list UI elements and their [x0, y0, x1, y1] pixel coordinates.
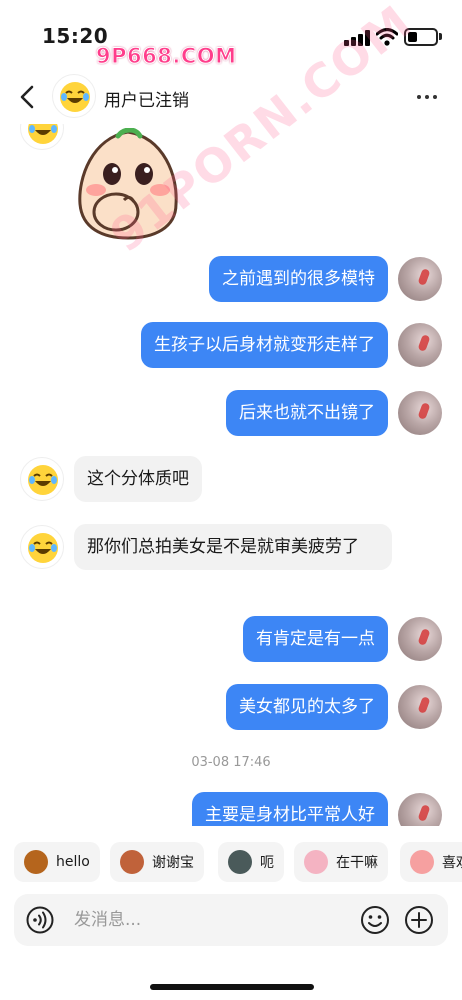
more-options-button[interactable]: [412, 82, 442, 112]
user-avatar[interactable]: [398, 391, 442, 435]
wifi-icon: [376, 28, 398, 46]
quick-reply-label: 谢谢宝: [152, 855, 194, 871]
contact-avatar-small[interactable]: [20, 525, 64, 569]
mask-icon: [304, 850, 328, 874]
user-avatar[interactable]: [398, 793, 442, 826]
cat-icon: [228, 850, 252, 874]
chat-header: 用户已注销: [0, 70, 462, 124]
quick-reply-bar[interactable]: hello 谢谢宝 呃 在干嘛 喜欢: [0, 842, 462, 882]
message-bubble-outgoing[interactable]: 之前遇到的很多模特: [209, 256, 388, 302]
quick-reply-label: 在干嘛: [336, 855, 378, 871]
message-bubble-outgoing[interactable]: 生孩子以后身材就变形走样了: [141, 322, 388, 368]
composer: [14, 894, 448, 946]
message-bubble-outgoing[interactable]: 美女都见的太多了: [226, 684, 388, 730]
contact-avatar[interactable]: [52, 74, 96, 118]
laughing-emoji-icon: [60, 82, 90, 112]
contact-avatar-small[interactable]: [20, 124, 64, 150]
quick-reply-label: hello: [56, 854, 90, 870]
watermark-top: 9P668.COM: [95, 44, 237, 69]
cellular-signal-icon: [344, 30, 370, 46]
user-avatar[interactable]: [398, 257, 442, 301]
contact-avatar-small[interactable]: [20, 457, 64, 501]
message-timestamp: 03-08 17:46: [191, 755, 271, 770]
message-bubble-outgoing[interactable]: 有肯定是有一点: [243, 616, 388, 662]
message-bubble-outgoing[interactable]: 后来也就不出镜了: [226, 390, 388, 436]
user-avatar[interactable]: [398, 685, 442, 729]
message-bubble-incoming[interactable]: 这个分体质吧: [74, 456, 202, 502]
monkey-flower-icon: [120, 850, 144, 874]
home-indicator: [150, 984, 314, 990]
plus-button[interactable]: [404, 905, 434, 935]
monkey-icon: [24, 850, 48, 874]
message-input[interactable]: [74, 904, 344, 936]
quick-reply-chip[interactable]: 呃: [218, 842, 284, 882]
quick-reply-chip[interactable]: 在干嘛: [294, 842, 388, 882]
battery-icon: [404, 28, 438, 46]
message-list[interactable]: 之前遇到的很多模特 生孩子以后身材就变形走样了 后来也就不出镜了 这个分体质吧: [0, 124, 462, 826]
quick-reply-chip[interactable]: 喜欢: [400, 842, 462, 882]
back-button[interactable]: [14, 82, 42, 112]
message-bubble-outgoing[interactable]: 主要是身材比平常人好: [192, 792, 388, 826]
quick-reply-chip[interactable]: 谢谢宝: [110, 842, 204, 882]
quick-reply-label: 呃: [260, 855, 274, 871]
laughing-emoji-icon: [28, 124, 58, 144]
peach-sticker-icon[interactable]: [72, 128, 184, 240]
contact-name: 用户已注销: [104, 91, 189, 111]
laughing-emoji-icon: [28, 533, 58, 563]
battery-cap: [439, 33, 442, 40]
quick-reply-chip[interactable]: hello: [14, 842, 100, 882]
message-bubble-incoming[interactable]: 那你们总拍美女是不是就审美疲劳了: [74, 524, 392, 570]
user-avatar[interactable]: [398, 323, 442, 367]
emoji-button[interactable]: [360, 905, 390, 935]
user-avatar[interactable]: [398, 617, 442, 661]
laughing-emoji-icon: [28, 465, 58, 495]
voice-input-button[interactable]: [26, 906, 54, 934]
doll-icon: [410, 850, 434, 874]
quick-reply-label: 喜欢: [442, 855, 462, 871]
